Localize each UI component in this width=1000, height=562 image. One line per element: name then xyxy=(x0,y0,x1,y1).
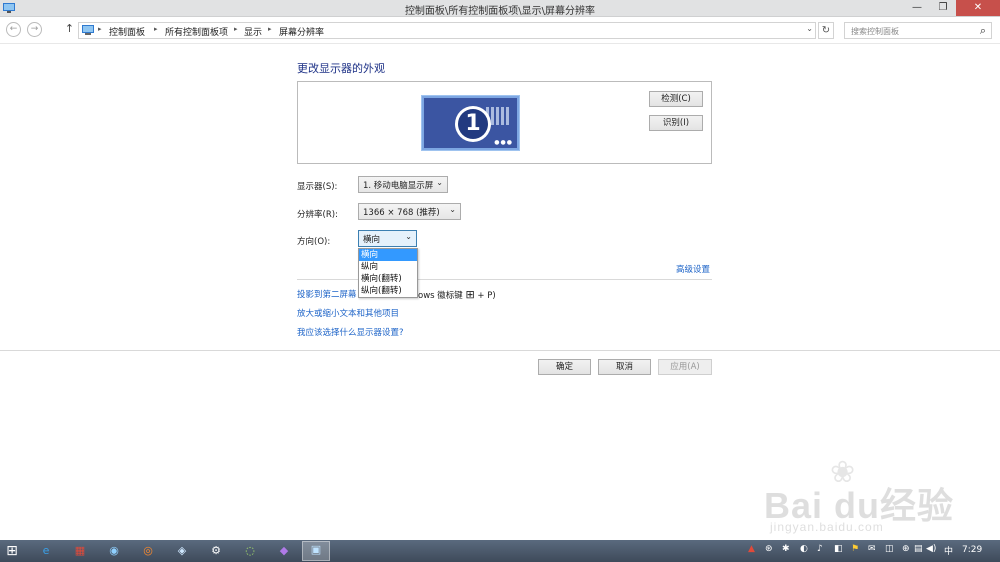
ie-icon[interactable]: e xyxy=(38,543,54,559)
back-button[interactable]: ← xyxy=(6,22,21,37)
address-bar: ← → ↑ ▸ 控制面板 ▸ 所有控制面板项 ▸ 显示 ▸ 屏幕分辨率 ⌄ ↻ … xyxy=(0,17,1000,44)
breadcrumb-separator: ▸ xyxy=(154,25,158,33)
orientation-select[interactable]: 横向 ⌄ xyxy=(358,230,417,247)
app-icon-7[interactable]: ◌ xyxy=(242,543,258,559)
breadcrumb-separator: ▸ xyxy=(98,25,102,33)
window-title: 控制面板\所有控制面板项\显示\屏幕分辨率 xyxy=(404,6,596,17)
project-shortcut: + P) xyxy=(477,291,496,301)
up-button[interactable]: ↑ xyxy=(62,22,77,37)
project-text-suffix: ows 徽标键 xyxy=(418,291,463,301)
orientation-label: 方向(O): xyxy=(297,237,331,247)
monitor-number: 1 xyxy=(458,109,488,139)
cancel-button[interactable]: 取消 xyxy=(598,359,651,375)
maximize-button[interactable]: ❐ xyxy=(930,0,956,16)
windows-logo-icon: ⊞ xyxy=(465,288,475,301)
tray-icon-5[interactable]: ♪ xyxy=(817,544,823,554)
monitor-dots: ●●● xyxy=(494,139,513,146)
baidu-watermark: ❀ Bai du经验 jingyan.baidu.com xyxy=(760,455,990,545)
tray-icon-2[interactable]: ⊛ xyxy=(765,544,773,554)
network-icon[interactable]: ⊕ xyxy=(902,544,910,554)
tray-icon-8[interactable]: ✉ xyxy=(868,544,876,554)
start-button[interactable]: ⊞ xyxy=(4,543,20,559)
identify-button[interactable]: 识别(I) xyxy=(649,115,703,131)
tray-icon-6[interactable]: ◧ xyxy=(834,544,843,554)
input-method-icon[interactable]: 中 xyxy=(944,544,953,557)
search-icon[interactable]: ⌕ xyxy=(980,24,986,38)
firefox-icon[interactable]: ◎ xyxy=(140,543,156,559)
chevron-down-icon: ⌄ xyxy=(449,205,456,214)
breadcrumb-control-panel[interactable]: 控制面板 xyxy=(109,25,145,38)
tray-icon-11[interactable]: ▤ xyxy=(914,544,923,554)
orientation-dropdown-list: 横向 纵向 横向(翻转) 纵向(翻转) xyxy=(358,248,418,298)
detect-button[interactable]: 检测(C) xyxy=(649,91,703,107)
chevron-down-icon: ⌄ xyxy=(436,178,443,187)
minimize-button[interactable]: — xyxy=(904,0,930,16)
app-icon-3[interactable]: ◉ xyxy=(106,543,122,559)
breadcrumb-separator: ▸ xyxy=(268,25,272,33)
close-button[interactable]: ✕ xyxy=(956,0,1000,16)
resolution-select[interactable]: 1366 × 768 (推荐) ⌄ xyxy=(358,203,461,220)
monitor-1-thumbnail[interactable]: 1 ●●● xyxy=(422,96,519,150)
taskbar: ⊞ e ▦ ◉ ◎ ◈ ⚙ ◌ ◆ ▣ ▲ ⊛ ✱ ◐ ♪ ◧ ⚑ ✉ ◫ ⊕ … xyxy=(0,540,1000,562)
orientation-option-landscape-flipped[interactable]: 横向(翻转) xyxy=(359,273,417,285)
taskbar-clock[interactable]: 7:29 xyxy=(962,545,982,555)
breadcrumb-screen-resolution[interactable]: 屏幕分辨率 xyxy=(279,25,324,38)
search-placeholder: 搜索控制面板 xyxy=(851,27,899,36)
footer-divider xyxy=(0,350,1000,351)
flag-icon[interactable]: ⚑ xyxy=(851,544,859,554)
control-panel-taskbar-icon[interactable]: ▣ xyxy=(302,541,330,561)
resolution-label: 分辨率(R): xyxy=(297,210,338,220)
apply-button[interactable]: 应用(A) xyxy=(658,359,712,375)
watermark-site: jingyan.baidu.com xyxy=(770,520,884,534)
page-title: 更改显示器的外观 xyxy=(297,62,385,75)
visual-studio-icon[interactable]: ◆ xyxy=(276,543,292,559)
resolution-select-value: 1366 × 768 (推荐) xyxy=(363,208,440,218)
display-select-value: 1. 移动电脑显示屏 xyxy=(363,181,434,191)
tray-icon-4[interactable]: ◐ xyxy=(800,544,808,554)
monitor-preview-panel: 1 ●●● 检测(C) 识别(I) xyxy=(297,81,712,164)
enlarge-text-link[interactable]: 放大或缩小文本和其他项目 xyxy=(297,307,399,319)
control-panel-icon xyxy=(82,25,94,35)
display-select[interactable]: 1. 移动电脑显示屏 ⌄ xyxy=(358,176,448,193)
chevron-down-icon[interactable]: ⌄ xyxy=(806,24,813,33)
breadcrumb-all-items[interactable]: 所有控制面板项 xyxy=(165,25,228,38)
breadcrumb[interactable]: ▸ 控制面板 ▸ 所有控制面板项 ▸ 显示 ▸ 屏幕分辨率 ⌄ xyxy=(78,22,816,39)
orientation-option-portrait[interactable]: 纵向 xyxy=(359,261,417,273)
advanced-settings-link[interactable]: 高级设置 xyxy=(676,263,710,275)
volume-icon[interactable]: ◀) xyxy=(926,544,936,554)
chevron-down-icon: ⌄ xyxy=(405,232,412,241)
refresh-button[interactable]: ↻ xyxy=(818,22,834,39)
title-bar: 控制面板\所有控制面板项\显示\屏幕分辨率 — ❐ ✕ xyxy=(0,0,1000,17)
forward-button[interactable]: → xyxy=(27,22,42,37)
ok-button[interactable]: 确定 xyxy=(538,359,591,375)
which-settings-link[interactable]: 我应该选择什么显示器设置? xyxy=(297,326,404,338)
orientation-option-portrait-flipped[interactable]: 纵向(翻转) xyxy=(359,285,417,297)
app-icon-6[interactable]: ⚙ xyxy=(208,543,224,559)
app-icon-2[interactable]: ▦ xyxy=(72,543,88,559)
project-shortcut-text: ows 徽标键 ⊞ + P) xyxy=(418,288,496,301)
breadcrumb-display[interactable]: 显示 xyxy=(244,25,262,38)
breadcrumb-separator: ▸ xyxy=(234,25,238,33)
display-label: 显示器(S): xyxy=(297,182,338,192)
tray-icon-9[interactable]: ◫ xyxy=(885,544,894,554)
monitor-number-badge: 1 xyxy=(455,106,491,142)
orientation-option-landscape[interactable]: 横向 xyxy=(359,249,417,261)
bluetooth-icon[interactable]: ✱ xyxy=(782,544,790,554)
app-icon-5[interactable]: ◈ xyxy=(174,543,190,559)
tray-icon-1[interactable]: ▲ xyxy=(748,544,755,554)
project-second-screen-link[interactable]: 投影到第二屏幕 xyxy=(297,288,357,300)
orientation-select-value: 横向 xyxy=(363,235,381,245)
search-input[interactable]: 搜索控制面板 ⌕ xyxy=(844,22,992,39)
